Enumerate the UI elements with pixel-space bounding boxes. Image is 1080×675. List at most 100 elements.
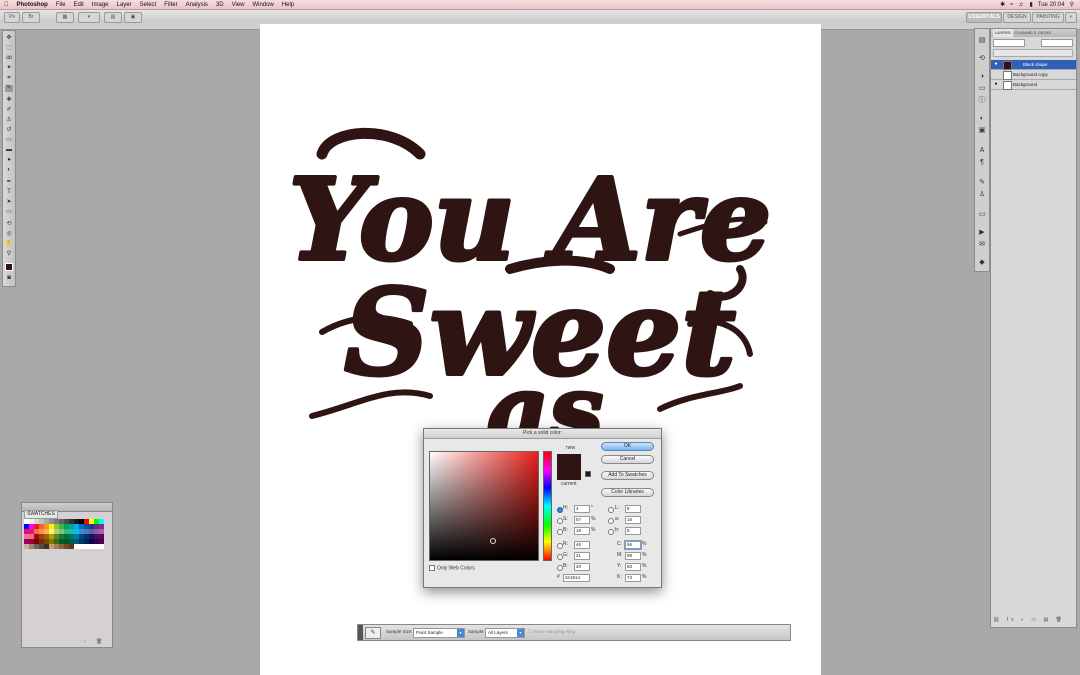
visibility-eye-icon[interactable]: ● <box>993 80 999 89</box>
mini-bridge-icon[interactable]: ▤ <box>978 37 986 45</box>
workspace-painting[interactable]: PAINTING <box>1032 12 1064 23</box>
history-icon[interactable]: ⟲ <box>978 55 986 63</box>
type-tool-icon[interactable]: T <box>5 189 13 196</box>
menu-window[interactable]: Window <box>249 2 278 8</box>
hex-input[interactable]: 2e1514 <box>563 574 590 582</box>
c-input[interactable]: 56 <box>624 540 642 550</box>
actions-icon[interactable]: ▶ <box>978 229 986 237</box>
menu-filter[interactable]: Filter <box>160 2 181 8</box>
menu-view[interactable]: View <box>228 2 249 8</box>
clone-stamp-tool-icon[interactable]: ♙ <box>5 117 13 124</box>
shape-tool-icon[interactable]: ▭ <box>5 209 13 216</box>
blue-input[interactable]: 20 <box>574 563 590 571</box>
g-input[interactable]: 21 <box>574 552 590 560</box>
menu-file[interactable]: File <box>52 2 70 8</box>
y-input[interactable]: 83 <box>625 563 641 571</box>
apple-menu-icon[interactable]:  <box>0 2 13 8</box>
eyedropper-icon[interactable]: ✎ <box>365 627 381 639</box>
delete-swatch-icon[interactable]: 🗑 <box>96 639 102 645</box>
battery-icon[interactable]: ▮ <box>1029 1 1032 8</box>
workspace-more-icon[interactable]: » <box>1065 12 1077 23</box>
opacity-field[interactable] <box>1041 39 1073 47</box>
layer-row-black-shape[interactable]: ● Black shape <box>991 60 1076 70</box>
volume-icon[interactable]: ♬ <box>1018 2 1024 8</box>
wifi-icon[interactable]: ≈ <box>1010 2 1013 8</box>
a-input[interactable]: 16 <box>625 516 641 524</box>
lock-fill-row[interactable] <box>993 49 1073 57</box>
eyedropper-tool-icon[interactable]: ✎ <box>5 85 13 92</box>
tab-layers[interactable]: LAYERS <box>993 29 1013 37</box>
menu-analysis[interactable]: Analysis <box>182 2 212 8</box>
app-menu[interactable]: Photoshop <box>13 2 52 8</box>
new-swatch-icon[interactable]: ▫ <box>84 639 86 645</box>
blend-mode-select[interactable] <box>993 39 1025 47</box>
tool-presets-icon[interactable]: ▭ <box>978 211 986 219</box>
info-icon[interactable]: ⓘ <box>978 97 986 105</box>
h-input[interactable]: 4 <box>574 505 590 513</box>
adjustments-icon[interactable]: ◐ <box>978 115 986 123</box>
b-input[interactable]: 18 <box>574 527 590 535</box>
hand-tool-icon[interactable]: ✋ <box>5 241 13 248</box>
swatch-cell[interactable] <box>99 544 104 549</box>
layer-row-background[interactable]: ● Background <box>991 80 1076 90</box>
3d-orbit-tool-icon[interactable]: ◎ <box>5 231 13 238</box>
spotlight-icon[interactable]: ⚲ <box>1070 1 1074 8</box>
path-selection-tool-icon[interactable]: ➤ <box>5 199 13 206</box>
lab-b-radio[interactable] <box>608 529 614 535</box>
r-input[interactable]: 46 <box>574 541 590 549</box>
lab-b-input[interactable]: 5 <box>625 527 641 535</box>
bluetooth-icon[interactable]: ✱ <box>1000 1 1005 8</box>
workspace-design[interactable]: DESIGN <box>1003 12 1031 23</box>
visibility-eye-icon[interactable]: ● <box>993 60 999 69</box>
saturation-brightness-field[interactable] <box>429 451 539 561</box>
screen-mode-button[interactable]: ▣ <box>124 12 142 23</box>
color-libraries-button[interactable]: Color Libraries <box>601 488 654 497</box>
color-icon[interactable]: ◑ <box>978 73 986 81</box>
zoom-tool-icon[interactable]: ⚲ <box>5 251 13 258</box>
sample-layers-select[interactable]: All Layers ▾ <box>485 628 525 638</box>
brush-tool-icon[interactable]: ✐ <box>5 107 13 114</box>
pen-tool-icon[interactable]: ✒ <box>5 179 13 186</box>
tab-channels[interactable]: CHANNELS <box>1015 29 1037 37</box>
ok-button[interactable]: OK <box>601 442 654 451</box>
s-input[interactable]: 57 <box>574 516 590 524</box>
hue-slider[interactable] <box>543 451 552 561</box>
swatches-tab[interactable]: SWATCHES <box>24 510 58 519</box>
add-to-swatches-button[interactable]: Add To Swatches <box>601 471 654 480</box>
current-color-swatch[interactable] <box>557 467 581 480</box>
menu-help[interactable]: Help <box>278 2 298 8</box>
quick-mask-icon[interactable]: ◙ <box>5 275 13 282</box>
menu-layer[interactable]: Layer <box>113 2 136 8</box>
blur-tool-icon[interactable]: ● <box>5 157 13 164</box>
foreground-color-swatch[interactable] <box>5 263 13 271</box>
workspace-essentials[interactable]: ESSENTIALS <box>966 12 1002 23</box>
notes-icon[interactable]: ✉ <box>978 241 986 249</box>
m-input[interactable]: 89 <box>625 552 641 560</box>
show-sampling-ring-checkbox[interactable]: ☐ Show Sampling Ring <box>528 628 575 636</box>
only-web-colors-checkbox[interactable]: Only Web Colors <box>429 565 475 571</box>
arrange-documents-button[interactable]: ▤ <box>104 12 122 23</box>
healing-brush-tool-icon[interactable]: ✚ <box>5 97 13 104</box>
l-radio[interactable] <box>608 507 614 513</box>
eraser-tool-icon[interactable]: ▭ <box>5 137 13 144</box>
bridge-button[interactable]: Br <box>22 12 40 23</box>
styles-icon[interactable]: ◆ <box>978 259 986 267</box>
magic-wand-tool-icon[interactable]: ✦ <box>5 65 13 72</box>
web-safe-cube-icon[interactable] <box>585 471 591 477</box>
character-icon[interactable]: A <box>978 147 986 155</box>
bar-grip-handle[interactable] <box>358 625 363 640</box>
lasso-tool-icon[interactable]: ꝏ <box>5 55 13 62</box>
brushes-icon[interactable]: ✎ <box>978 179 986 187</box>
a-radio[interactable] <box>608 518 614 524</box>
layers-panel-footer-icons[interactable]: ⛓ fx ◐ ▭ ▤ 🗑 <box>993 617 1073 625</box>
menu-select[interactable]: Select <box>136 2 161 8</box>
color-field-cursor[interactable] <box>490 538 496 544</box>
crop-tool-icon[interactable]: ⌗ <box>5 75 13 82</box>
menu-edit[interactable]: Edit <box>70 2 88 8</box>
menu-3d[interactable]: 3D <box>212 2 228 8</box>
masks-icon[interactable]: ▣ <box>978 127 986 135</box>
move-tool-icon[interactable]: ✥ <box>5 35 13 42</box>
view-extras-button[interactable]: ▦ <box>56 12 74 23</box>
dodge-tool-icon[interactable]: ◐ <box>5 167 13 174</box>
navigator-icon[interactable]: ▭ <box>978 85 986 93</box>
